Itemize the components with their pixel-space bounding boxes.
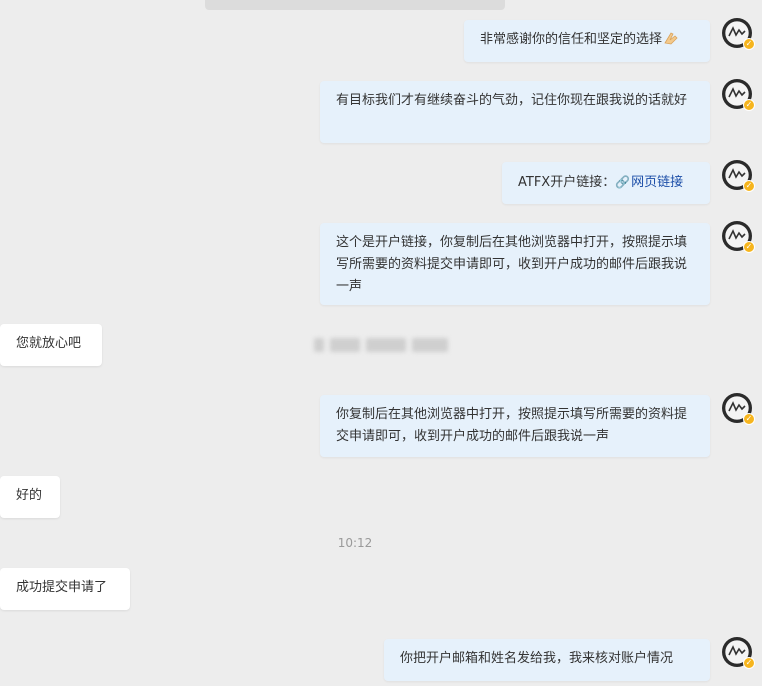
outgoing-message[interactable]: 非常感谢你的信任和坚定的选择 (464, 20, 710, 62)
link-icon: 🔗 (615, 175, 631, 189)
message-text: 你把开户邮箱和姓名发给我，我来核对账户情况 (400, 651, 674, 666)
message-text: 有目标我们才有继续奋斗的气劲，记住你现在跟我说的话就好 (336, 93, 688, 108)
message-text: 你复制后在其他浏览器中打开，按照提示填写所需要的资料提交申请即可，收到开户成功的… (336, 407, 688, 444)
verified-badge-icon: ✓ (743, 99, 755, 111)
chat-window: 非常感谢你的信任和坚定的选择 ✓ 有目标我们才有继续奋斗的气劲，记住你现在跟我说… (0, 0, 762, 686)
praying-hands-icon (663, 31, 679, 45)
verified-badge-icon: ✓ (743, 657, 755, 669)
verified-badge-icon: ✓ (743, 413, 755, 425)
timestamp: 10:12 (337, 536, 373, 550)
outgoing-message[interactable]: 你复制后在其他浏览器中打开，按照提示填写所需要的资料提交申请即可，收到开户成功的… (320, 395, 710, 457)
avatar[interactable]: ✓ (722, 637, 755, 669)
verified-badge-icon: ✓ (743, 38, 755, 50)
top-scroll-indicator (205, 0, 505, 10)
avatar[interactable]: ✓ (722, 160, 755, 192)
outgoing-message[interactable]: ATFX开户链接：🔗网页链接 (502, 162, 710, 204)
avatar[interactable]: ✓ (722, 221, 755, 253)
message-text: 这个是开户链接，你复制后在其他浏览器中打开，按照提示填写所需要的资料提交申请即可… (336, 235, 688, 294)
message-text: ATFX开户链接： (518, 175, 616, 190)
outgoing-message[interactable]: 你把开户邮箱和姓名发给我，我来核对账户情况 (384, 639, 710, 681)
verified-badge-icon: ✓ (743, 180, 755, 192)
message-text: 好的 (16, 488, 43, 503)
web-link[interactable]: 网页链接 (631, 175, 683, 190)
redacted-content (310, 334, 452, 354)
incoming-message[interactable]: 成功提交申请了 (0, 568, 130, 610)
avatar[interactable]: ✓ (722, 393, 755, 425)
outgoing-message[interactable]: 有目标我们才有继续奋斗的气劲，记住你现在跟我说的话就好 (320, 81, 710, 143)
avatar[interactable]: ✓ (722, 18, 755, 50)
avatar[interactable]: ✓ (722, 79, 755, 111)
incoming-message[interactable]: 您就放心吧 (0, 324, 102, 366)
incoming-message[interactable]: 好的 (0, 476, 60, 518)
verified-badge-icon: ✓ (743, 241, 755, 253)
message-text: 成功提交申请了 (16, 580, 108, 595)
outgoing-message[interactable]: 这个是开户链接，你复制后在其他浏览器中打开，按照提示填写所需要的资料提交申请即可… (320, 223, 710, 305)
message-text: 非常感谢你的信任和坚定的选择 (480, 32, 663, 47)
message-text: 您就放心吧 (16, 336, 82, 351)
